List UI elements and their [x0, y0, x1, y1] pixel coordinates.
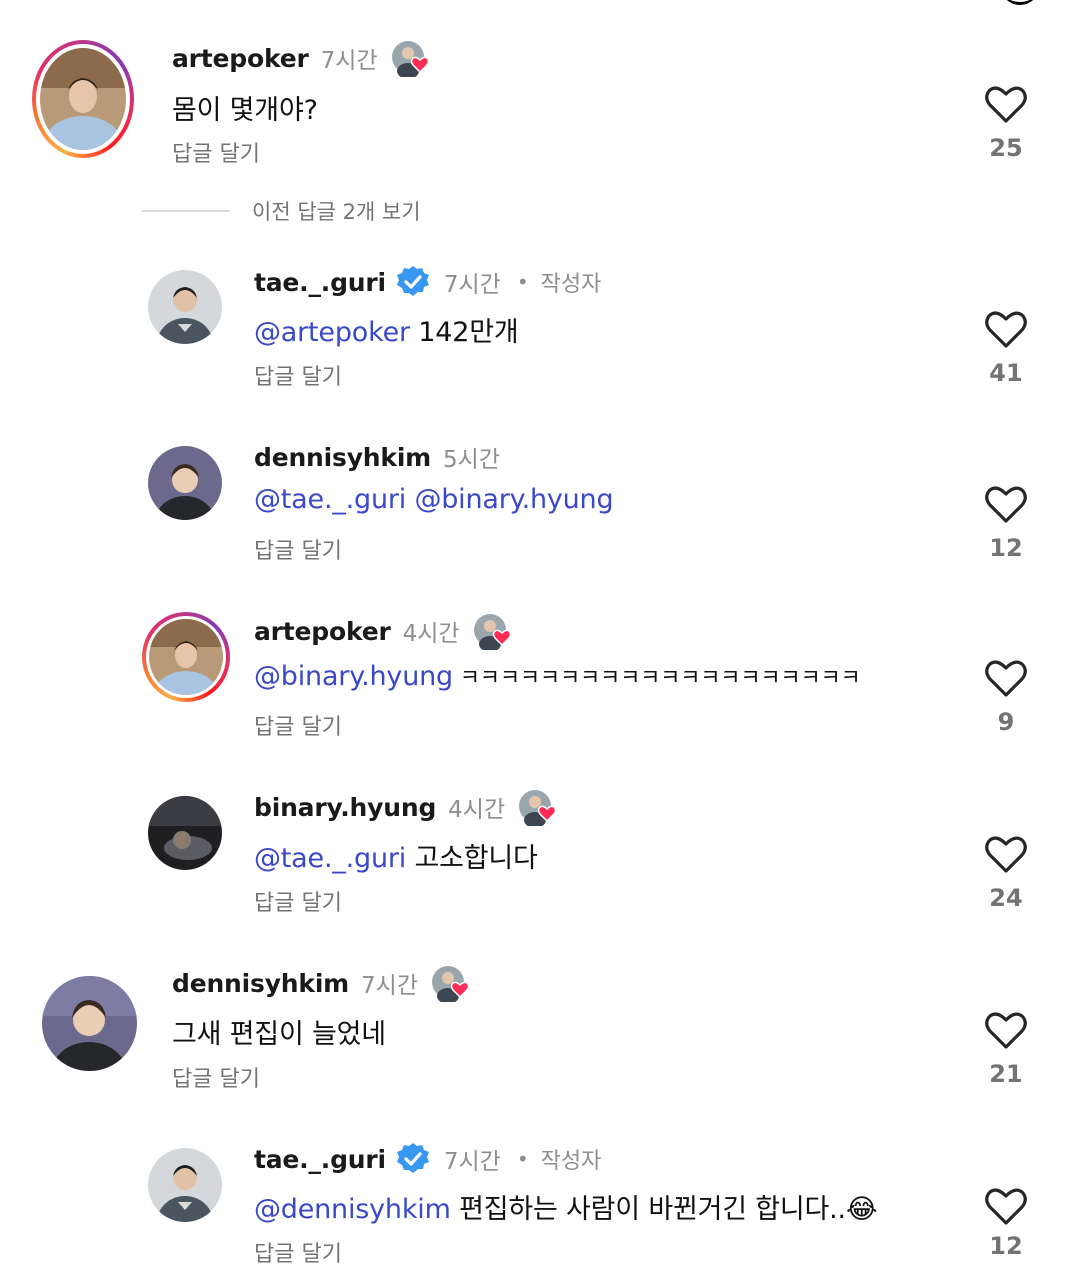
comment-text: 몸이 몇개야?	[172, 95, 318, 126]
timestamp: 7시간	[443, 1149, 501, 1175]
like-count: 25	[989, 134, 1023, 162]
heart-outline-icon	[985, 486, 1027, 523]
heart-outline-icon	[985, 311, 1027, 348]
like-button[interactable]: 24	[971, 834, 1041, 912]
reply-button[interactable]: 답글 달기	[254, 533, 342, 565]
avatar[interactable]	[148, 1148, 222, 1222]
like-button[interactable]: 41	[971, 309, 1041, 387]
mention-link[interactable]: @artepoker	[254, 317, 410, 348]
heart-outline-icon	[985, 836, 1027, 873]
avatar[interactable]	[149, 619, 223, 695]
avatar[interactable]	[148, 270, 222, 344]
comment-text: @tae._.guri @binary.hyung	[254, 484, 614, 515]
timestamp: 7시간	[320, 48, 378, 74]
comment-text: @tae._.guri 고소합니다	[254, 843, 538, 874]
author-liked-badge	[519, 788, 559, 828]
timestamp: 4시간	[402, 621, 460, 647]
comment-text: @artepoker 142만개	[254, 317, 519, 348]
author-liked-badge	[432, 964, 472, 1004]
timestamp: 7시간	[443, 272, 501, 298]
like-count: 12	[989, 534, 1023, 562]
timestamp: 7시간	[361, 973, 419, 999]
mention-link[interactable]: @binary.hyung	[254, 661, 453, 692]
like-button[interactable]: 25	[971, 84, 1041, 162]
author-tag: 작성자	[540, 1149, 602, 1174]
comment-text: @dennisyhkim 편집하는 사람이 바뀐거긴 합니다..😂	[254, 1194, 878, 1225]
reply-button[interactable]: 답글 달기	[254, 1236, 342, 1268]
avatar[interactable]	[42, 976, 137, 1071]
like-button[interactable]: 12	[971, 484, 1041, 562]
heart-outline-icon	[985, 1188, 1027, 1225]
view-replies-label: 이전 답글 2개 보기	[252, 200, 421, 224]
separator-dot: •	[516, 270, 529, 294]
heart-outline-icon	[985, 1012, 1027, 1049]
like-button[interactable]: 9	[971, 658, 1041, 736]
reply-button[interactable]: 답글 달기	[254, 885, 342, 917]
username[interactable]: binary.hyung	[254, 793, 436, 822]
author-liked-badge	[391, 39, 432, 79]
timestamp: 4시간	[448, 797, 506, 823]
username[interactable]: artepoker	[172, 44, 309, 73]
verified-badge-icon	[396, 265, 430, 299]
reply-button[interactable]: 답글 달기	[172, 136, 260, 168]
author-liked-badge	[473, 612, 514, 652]
mention-link[interactable]: @tae._.guri @binary.hyung	[254, 484, 614, 515]
view-previous-replies-button[interactable]: 이전 답글 2개 보기	[142, 196, 421, 226]
avatar[interactable]	[148, 446, 222, 520]
username[interactable]: artepoker	[254, 617, 391, 646]
author-tag: 작성자	[540, 272, 602, 297]
avatar[interactable]	[40, 48, 126, 150]
like-count: 41	[989, 359, 1023, 387]
comment-text: 그새 편집이 늘었네	[172, 1019, 386, 1050]
previous-comment-edge	[1000, 0, 1040, 5]
username[interactable]: tae._.guri	[254, 1145, 386, 1174]
divider	[142, 210, 230, 212]
avatar[interactable]	[148, 796, 222, 870]
heart-outline-icon	[985, 660, 1027, 697]
mention-link[interactable]: @dennisyhkim	[254, 1194, 451, 1225]
like-button[interactable]: 21	[971, 1010, 1041, 1088]
reply-button[interactable]: 답글 달기	[172, 1061, 260, 1093]
mention-link[interactable]: @tae._.guri	[254, 843, 406, 874]
timestamp: 5시간	[443, 447, 501, 473]
separator-dot: •	[516, 1147, 529, 1171]
like-count: 12	[989, 1232, 1023, 1260]
heart-outline-icon	[985, 86, 1027, 123]
username[interactable]: dennisyhkim	[254, 443, 431, 472]
username[interactable]: tae._.guri	[254, 268, 386, 297]
comment-text: @binary.hyung ㅋㅋㅋㅋㅋㅋㅋㅋㅋㅋㅋㅋㅋㅋㅋㅋㅋㅋㅋㅋ	[254, 661, 861, 692]
like-button[interactable]: 12	[971, 1186, 1041, 1260]
reply-button[interactable]: 답글 달기	[254, 709, 342, 741]
verified-badge-icon	[396, 1142, 430, 1176]
like-count: 24	[989, 884, 1023, 912]
username[interactable]: dennisyhkim	[172, 969, 349, 998]
like-count: 21	[989, 1060, 1023, 1088]
like-count: 9	[997, 708, 1015, 736]
reply-button[interactable]: 답글 달기	[254, 359, 342, 391]
